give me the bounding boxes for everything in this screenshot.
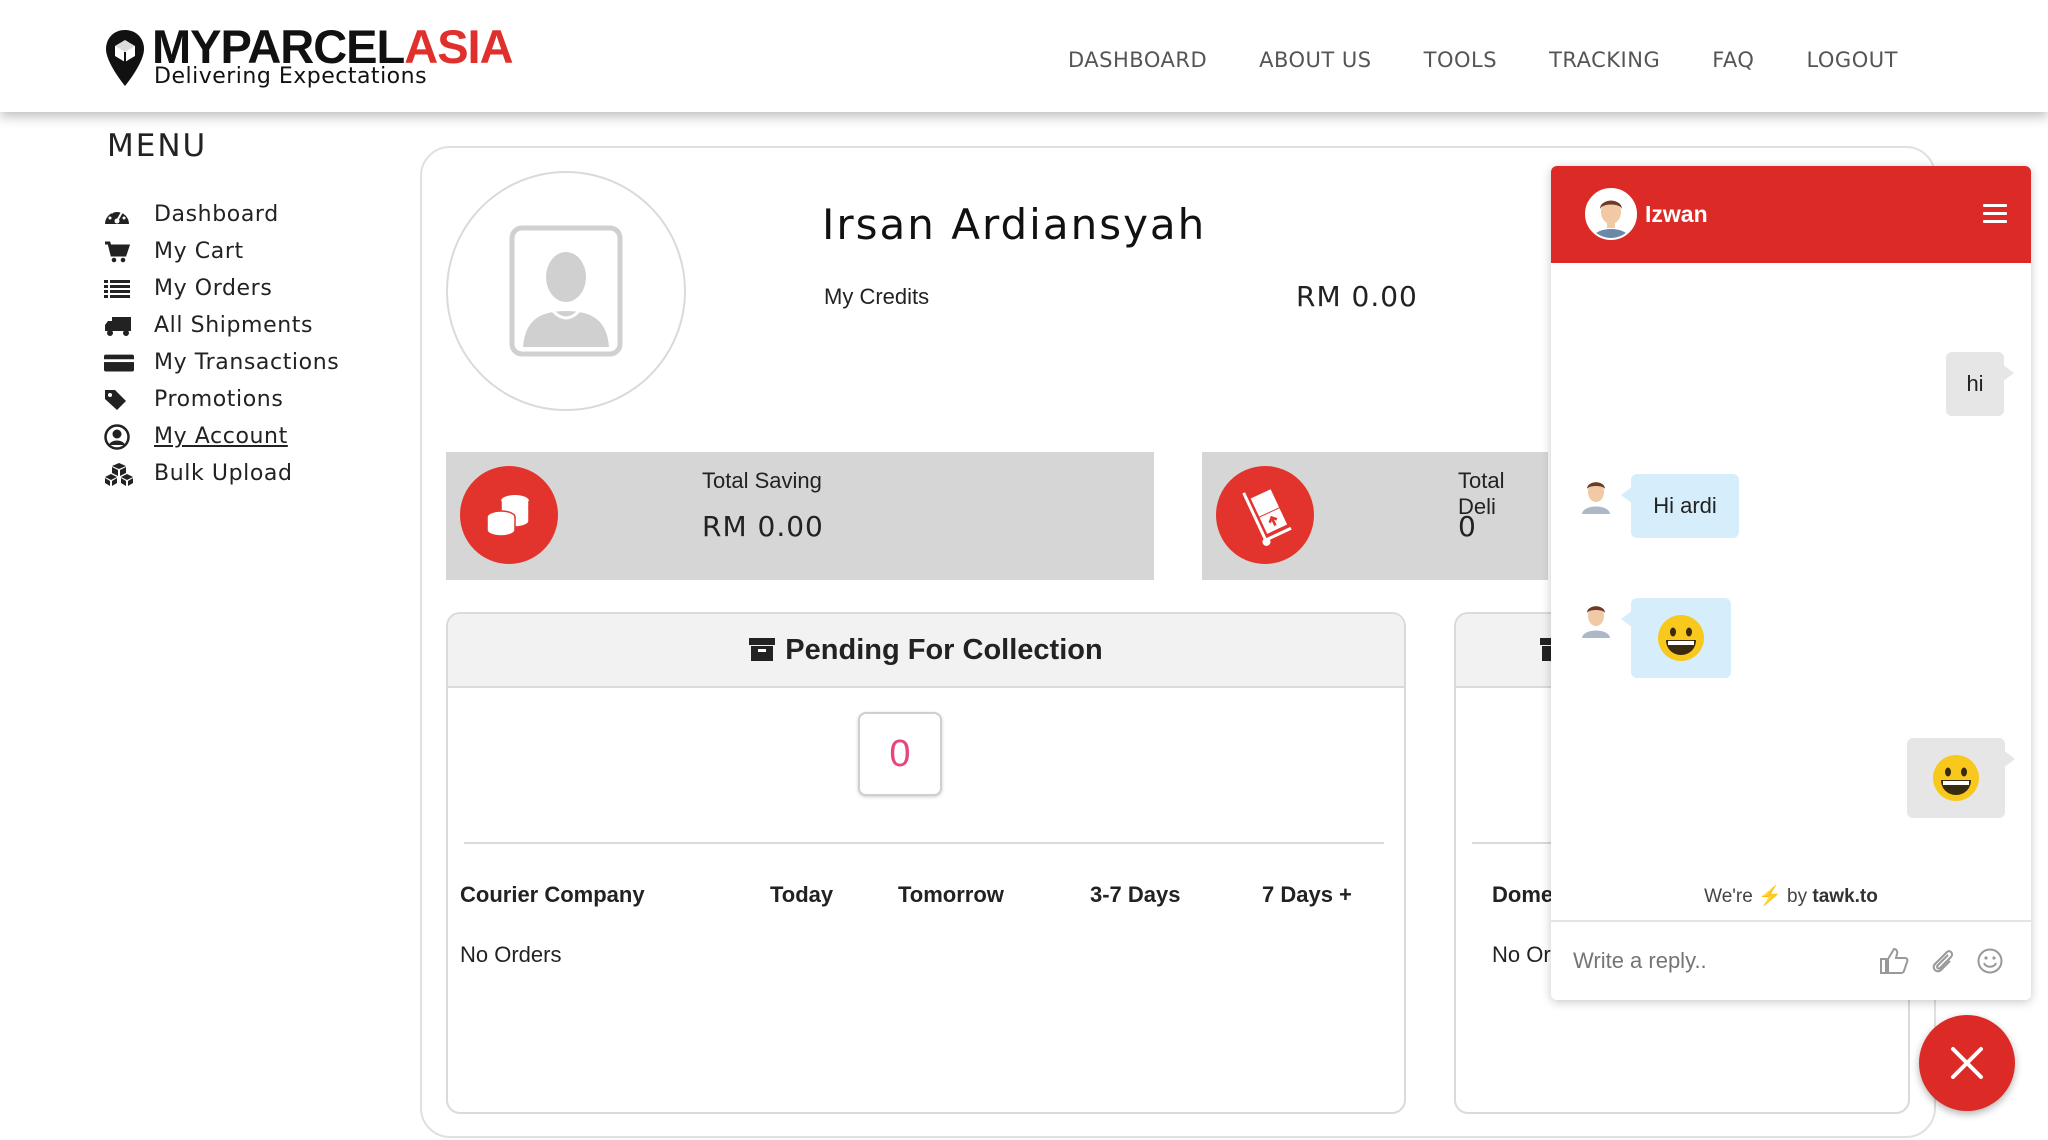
dashboard-icon <box>104 203 134 227</box>
column-today: Today <box>770 882 834 907</box>
thumbs-up-icon[interactable] <box>1877 944 1911 978</box>
credits-label: My Credits <box>824 284 930 309</box>
agent-avatar <box>1585 188 1637 240</box>
column-domestic: Dome <box>1492 882 1554 907</box>
nav-faq[interactable]: FAQ <box>1712 48 1754 80</box>
divider <box>464 842 1384 844</box>
list-icon <box>104 277 134 301</box>
sidebar-item-my-account[interactable]: My Account <box>104 418 404 455</box>
visitor-message: hi <box>1946 352 2014 416</box>
credits-value: RM 0.00 <box>1296 280 1418 313</box>
lightning-bolt-icon: ⚡ <box>1758 886 1782 907</box>
location-pin-icon <box>106 30 144 86</box>
column-courier-company: Courier Company <box>460 882 645 907</box>
chat-input-area <box>1551 920 2031 1000</box>
column-tomorrow: Tomorrow <box>898 882 1004 907</box>
powered-prefix: We're <box>1704 886 1753 907</box>
sidebar-item-my-cart[interactable]: My Cart <box>104 233 404 270</box>
table-header: Courier Company Today Tomorrow 3-7 Days … <box>448 882 1404 912</box>
chat-close-button[interactable] <box>1919 1015 2015 1111</box>
column-3-7-days: 3-7 Days <box>1090 882 1181 907</box>
sidebar-item-label: My Account <box>154 424 288 449</box>
top-header: MYPARCELASIA Delivering Expectations DAS… <box>0 0 2048 112</box>
empty-state-text: No Or <box>1492 942 1551 967</box>
message-text: Hi ardi <box>1653 493 1717 518</box>
message-text: hi <box>1966 371 1984 396</box>
sidebar-menu: Dashboard My Cart My Orders All Shipment… <box>104 196 404 492</box>
nav-logout[interactable]: LOGOUT <box>1806 48 1897 80</box>
cart-icon <box>104 240 134 264</box>
stat-title: Total Saving <box>702 468 822 493</box>
close-icon <box>1951 1047 1983 1079</box>
powered-by-label: by <box>1787 886 1808 907</box>
sidebar-item-label: Promotions <box>154 387 284 412</box>
sidebar-item-label: My Cart <box>154 239 244 264</box>
tag-icon <box>104 388 134 412</box>
empty-state-text: No Orders <box>460 942 562 967</box>
grinning-face-icon <box>1933 755 1979 801</box>
brand-logo[interactable]: MYPARCELASIA Delivering Expectations <box>104 22 514 92</box>
powered-brand: tawk.to <box>1812 886 1878 907</box>
menu-title: MENU <box>107 128 208 164</box>
brand-tagline: Delivering Expectations <box>154 64 428 89</box>
column-7-days-plus: 7 Days + <box>1262 882 1352 907</box>
paperclip-icon[interactable] <box>1925 944 1959 978</box>
coins-icon <box>460 466 558 564</box>
agent-mini-avatar-icon <box>1582 606 1610 638</box>
smiley-icon[interactable] <box>1973 944 2007 978</box>
sidebar-item-dashboard[interactable]: Dashboard <box>104 196 404 233</box>
pending-collection-panel: Pending For Collection 0 Courier Company… <box>446 612 1406 1114</box>
panel-title: Pending For Collection <box>785 633 1103 666</box>
sidebar-item-bulk-upload[interactable]: Bulk Upload <box>104 455 404 492</box>
visitor-message <box>1907 738 2015 818</box>
agent-mini-avatar-icon <box>1582 482 1610 514</box>
sidebar-item-all-shipments[interactable]: All Shipments <box>104 307 404 344</box>
profile-name: Irsan Ardiansyah <box>822 200 1207 249</box>
chat-reply-input[interactable] <box>1573 942 1863 980</box>
sidebar-item-promotions[interactable]: Promotions <box>104 381 404 418</box>
agent-message: Hi ardi <box>1621 474 1739 538</box>
cubes-icon <box>104 462 134 486</box>
nav-tools[interactable]: TOOLS <box>1424 48 1497 80</box>
sidebar-item-my-orders[interactable]: My Orders <box>104 270 404 307</box>
stat-value: 0 <box>1458 510 1477 543</box>
agent-name: Izwan <box>1645 201 1708 227</box>
archive-icon <box>749 638 776 661</box>
sidebar-item-label: All Shipments <box>154 313 314 338</box>
stat-value: RM 0.00 <box>702 510 824 543</box>
sidebar-item-label: My Orders <box>154 276 273 301</box>
total-deliveries-card: Total Deli 0 <box>1202 452 1548 580</box>
nav-dashboard[interactable]: DASHBOARD <box>1068 48 1207 80</box>
pending-count: 0 <box>858 712 942 796</box>
top-navigation: DASHBOARD ABOUT US TOOLS TRACKING FAQ LO… <box>1068 48 1950 80</box>
nav-about-us[interactable]: ABOUT US <box>1259 48 1372 80</box>
sidebar-item-label: My Transactions <box>154 350 340 375</box>
credit-card-icon <box>104 351 134 375</box>
powered-by-tawk[interactable]: We're ⚡ by tawk.to <box>1551 884 2031 908</box>
truck-icon <box>104 314 134 338</box>
panel-header: Pending For Collection <box>448 614 1404 688</box>
total-saving-card: Total Saving RM 0.00 <box>446 452 1154 580</box>
user-circle-icon <box>104 423 134 450</box>
chat-widget: Izwan hi Hi ardi We're ⚡ by tawk.to <box>1551 166 2031 1000</box>
user-placeholder-icon <box>509 225 623 357</box>
profile-avatar[interactable] <box>446 171 686 411</box>
chat-header: Izwan <box>1551 166 2031 263</box>
hamburger-menu-icon[interactable] <box>1983 204 2007 224</box>
agent-message <box>1621 598 1731 678</box>
sidebar-item-label: Bulk Upload <box>154 461 293 486</box>
sidebar-item-my-transactions[interactable]: My Transactions <box>104 344 404 381</box>
hand-truck-icon <box>1216 466 1314 564</box>
nav-tracking[interactable]: TRACKING <box>1549 48 1660 80</box>
sidebar-item-label: Dashboard <box>154 202 279 227</box>
grinning-face-icon <box>1658 615 1704 661</box>
